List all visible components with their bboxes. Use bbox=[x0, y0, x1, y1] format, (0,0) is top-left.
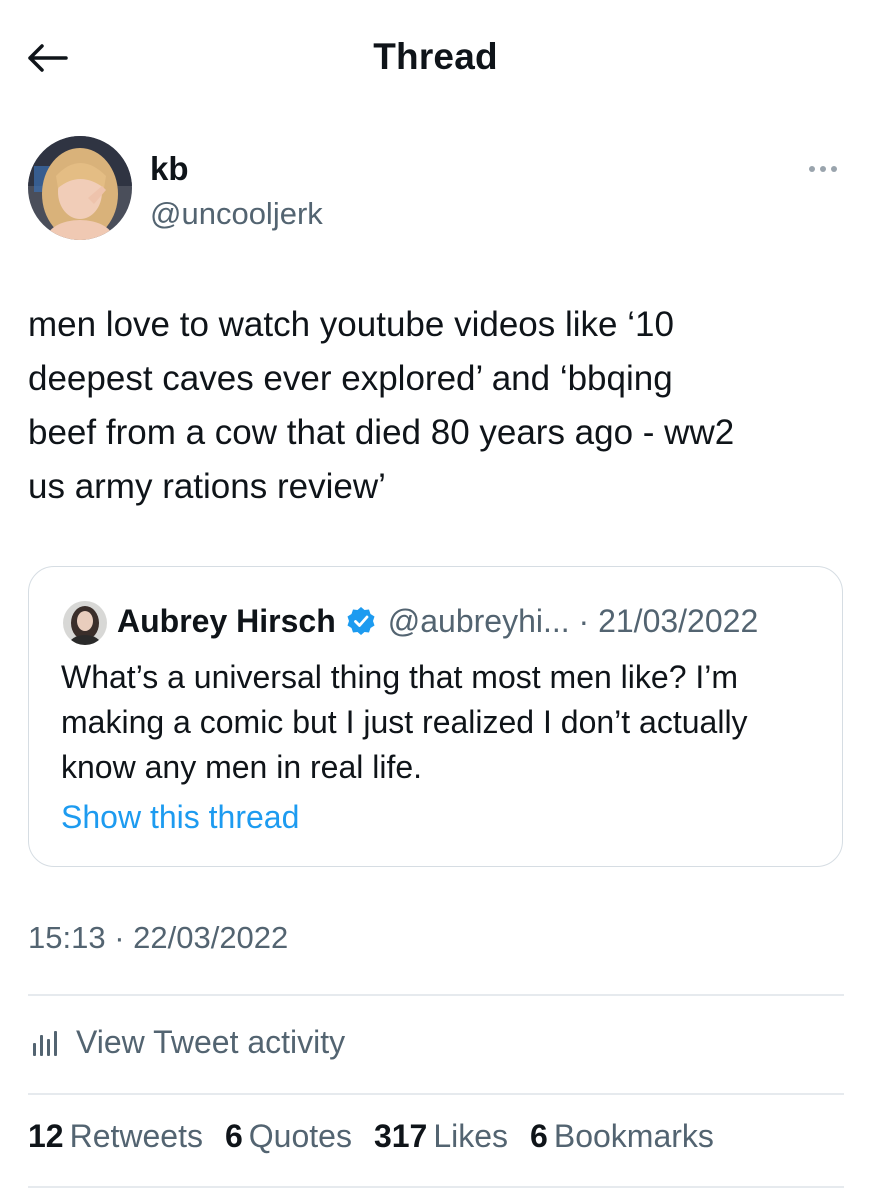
verified-badge-icon bbox=[347, 607, 375, 635]
author-avatar[interactable] bbox=[28, 136, 132, 240]
author-handle[interactable]: @uncooljerk bbox=[150, 196, 323, 232]
engagement-stats: 12 Retweets 6 Quotes 317 Likes 6 Bookmarks bbox=[28, 1118, 736, 1155]
divider bbox=[28, 1093, 844, 1095]
quoted-tweet[interactable]: Aubrey Hirsch @aubreyhi... · 21/03/2022 … bbox=[28, 566, 843, 867]
tweet-author: kb @uncooljerk bbox=[28, 136, 843, 246]
bookmarks-stat[interactable]: 6 Bookmarks bbox=[530, 1118, 714, 1155]
quoted-tweet-text: What’s a universal thing that most men l… bbox=[61, 659, 748, 785]
show-thread-link[interactable]: Show this thread bbox=[61, 799, 299, 836]
divider bbox=[28, 1186, 844, 1188]
view-tweet-activity-button[interactable]: View Tweet activity bbox=[28, 1018, 345, 1066]
divider bbox=[28, 994, 844, 996]
top-bar: Thread bbox=[0, 0, 871, 115]
tweet-text: men love to watch youtube videos like ‘1… bbox=[28, 305, 735, 506]
quoted-author-avatar bbox=[63, 601, 107, 645]
likes-stat[interactable]: 317 Likes bbox=[374, 1118, 508, 1155]
page-title: Thread bbox=[373, 36, 498, 77]
quoted-author-name: Aubrey Hirsch bbox=[117, 602, 336, 639]
tweet-timestamp[interactable]: 15:13 · 22/03/2022 bbox=[28, 920, 288, 956]
more-options-button[interactable] bbox=[803, 154, 843, 184]
quoted-handle-date: @aubreyhi... · 21/03/2022 bbox=[387, 602, 759, 639]
author-name[interactable]: kb bbox=[150, 150, 189, 188]
analytics-bar-chart-icon bbox=[33, 1031, 57, 1056]
quotes-stat[interactable]: 6 Quotes bbox=[225, 1118, 352, 1155]
view-tweet-activity-label: View Tweet activity bbox=[76, 1023, 346, 1060]
retweets-stat[interactable]: 12 Retweets bbox=[28, 1118, 203, 1155]
more-dots-icon bbox=[809, 166, 815, 172]
quoted-tweet-header: Aubrey Hirsch @aubreyhi... · 21/03/2022 bbox=[117, 599, 758, 643]
